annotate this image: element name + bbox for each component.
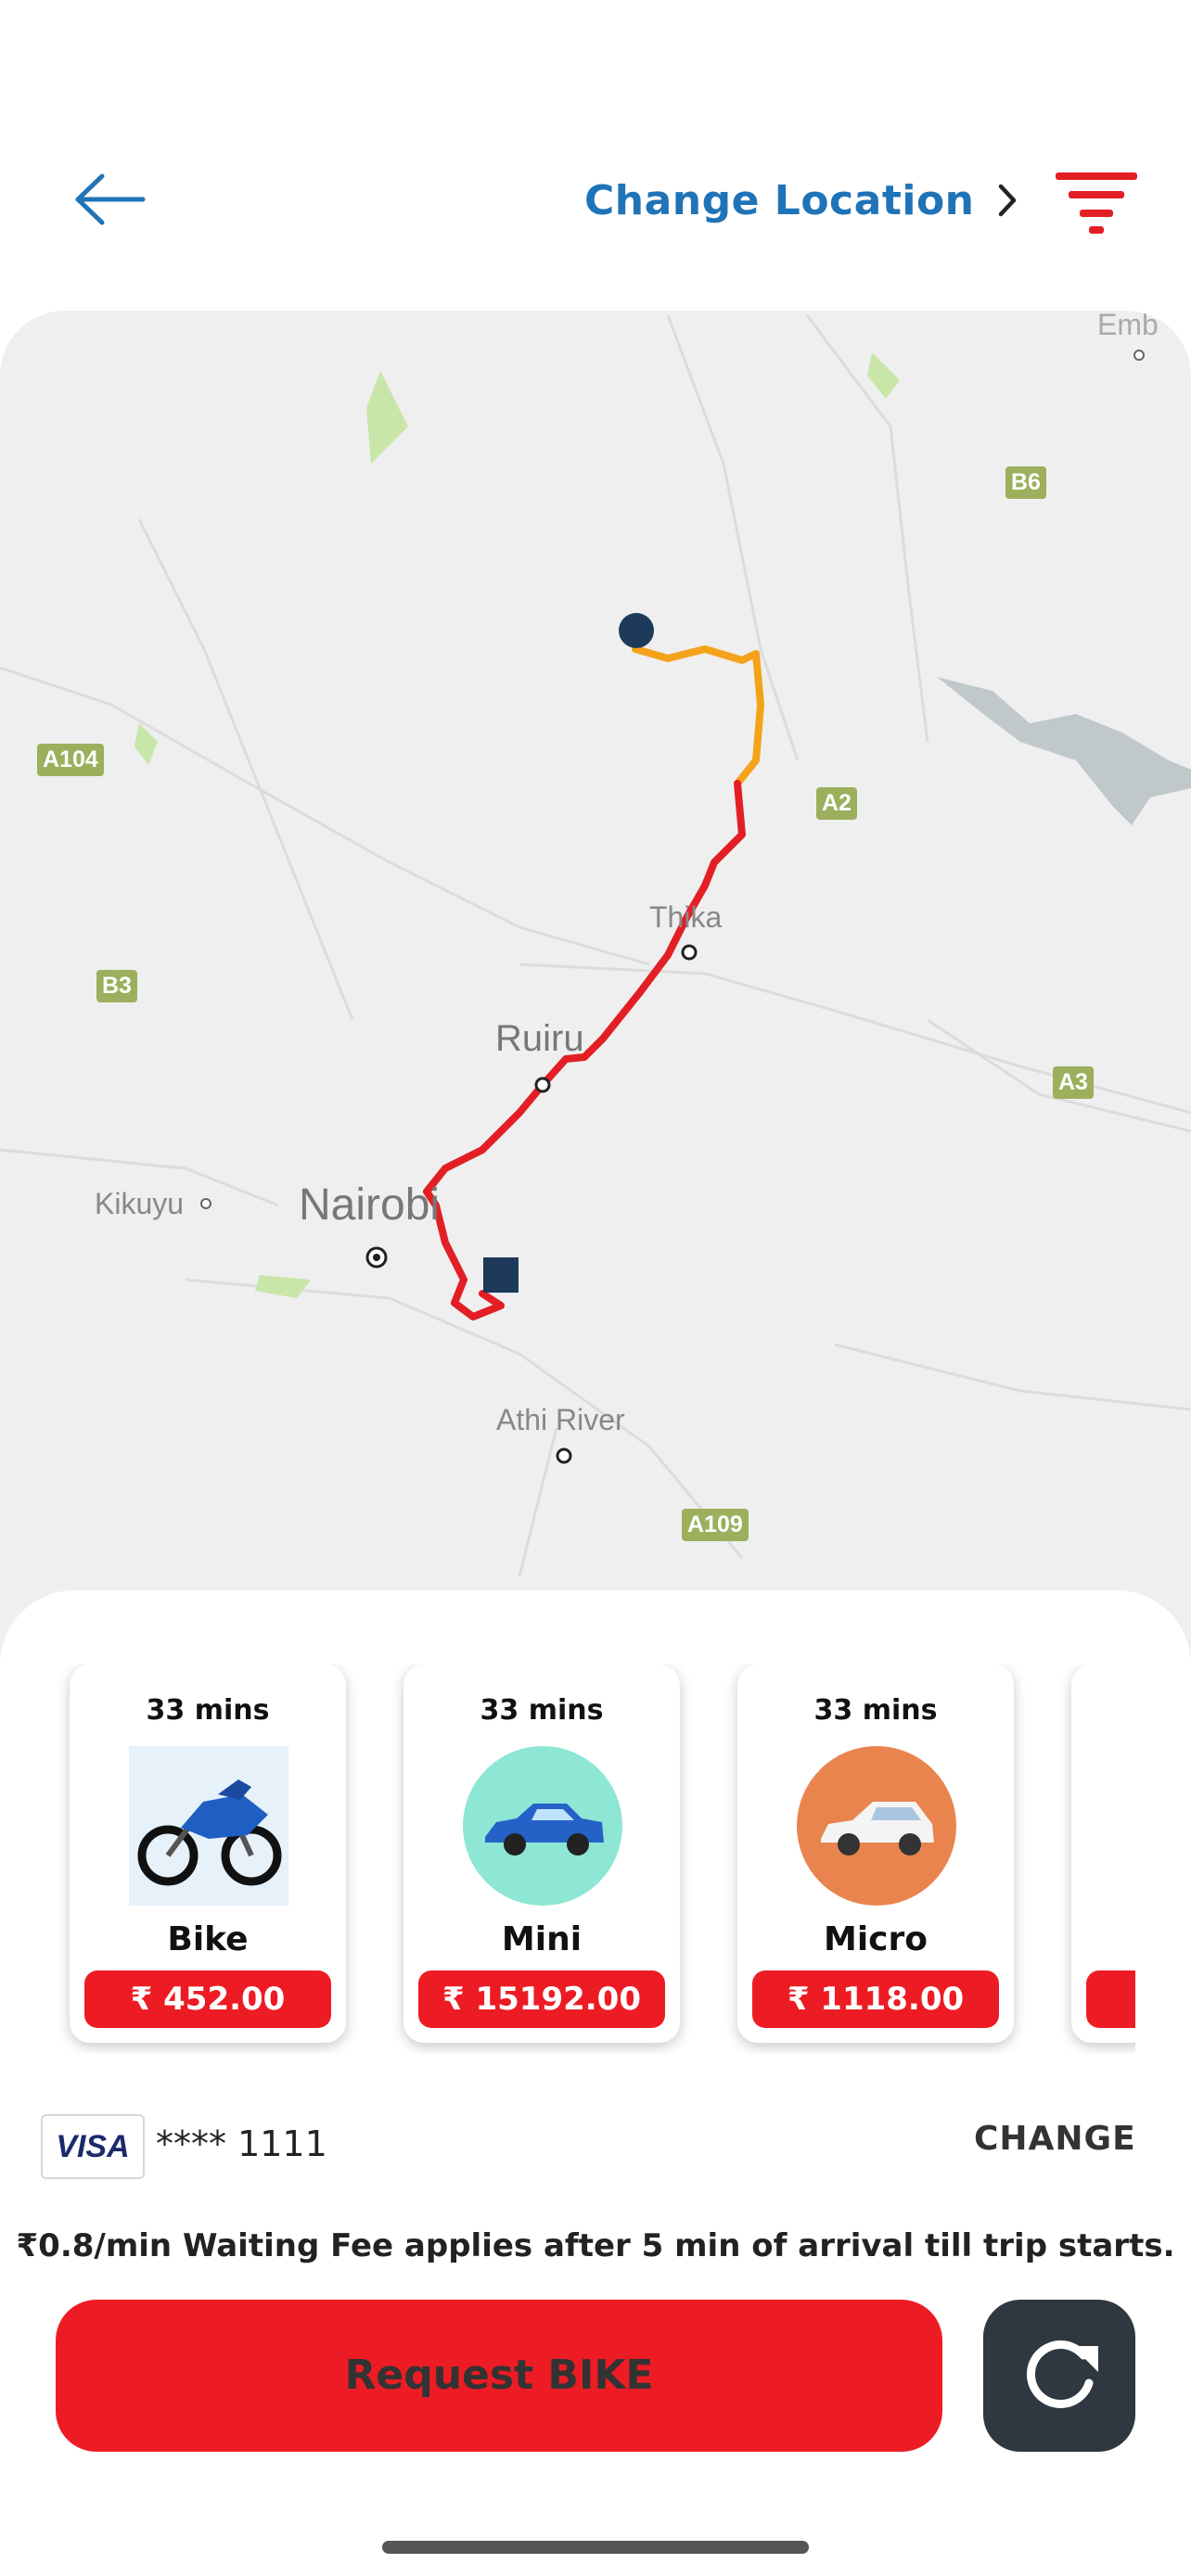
change-payment-button[interactable]: CHANGE xyxy=(974,2120,1136,2158)
filter-button[interactable] xyxy=(1052,171,1141,236)
visa-card-logo: VISA xyxy=(41,2114,145,2179)
map-label-nairobi: Nairobi xyxy=(299,1180,441,1230)
card-masked-number: **** 1111 xyxy=(156,2123,327,2164)
car-hatchback-icon xyxy=(797,1746,956,1906)
ride-price: ₹ 15192.00 xyxy=(418,1970,665,2028)
car-sedan-icon xyxy=(463,1746,622,1906)
map-label-kikuyu: Kikuyu xyxy=(95,1187,185,1220)
map-label-athi-river: Athi River xyxy=(496,1403,625,1436)
ride-name: Mini xyxy=(501,1920,583,1958)
ride-option-micro[interactable]: 33 mins Micro ₹ 1118.00 xyxy=(737,1664,1014,2043)
pickup-marker xyxy=(619,613,654,648)
ride-option-mini[interactable]: 33 mins Mini ₹ 15192.00 xyxy=(403,1664,680,2043)
ride-price-partial xyxy=(1086,1970,1135,2028)
road-badge-a109: A109 xyxy=(682,1509,749,1541)
change-location-link[interactable]: Change Location xyxy=(584,172,1018,228)
map-label-emb: Emb xyxy=(1097,311,1159,341)
map-label-ruiru: Ruiru xyxy=(495,1018,584,1059)
road-badge-a2: A2 xyxy=(816,787,857,820)
ride-eta: 33 mins xyxy=(480,1694,604,1727)
ride-price: ₹ 452.00 xyxy=(84,1970,331,2028)
chevron-right-icon xyxy=(998,184,1016,217)
dropoff-marker xyxy=(483,1257,519,1293)
ride-options-carousel[interactable]: 33 mins Bike ₹ 452.00 33 mins Mini ₹ 151… xyxy=(0,1664,1135,2054)
ride-price: ₹ 1118.00 xyxy=(752,1970,999,2028)
refresh-icon xyxy=(1026,2340,1098,2408)
ride-name: Micro xyxy=(824,1920,928,1958)
road-badge-b6: B6 xyxy=(1005,466,1046,499)
motorbike-icon xyxy=(129,1746,288,1906)
refresh-button[interactable] xyxy=(983,2300,1135,2452)
ride-name: Bike xyxy=(167,1920,249,1958)
back-button[interactable] xyxy=(69,167,152,232)
ride-eta: 33 mins xyxy=(146,1694,270,1727)
waiting-fee-notice: ₹0.8/min Waiting Fee applies after 5 min… xyxy=(16,2227,1175,2264)
request-ride-button[interactable]: Request BIKE xyxy=(56,2300,942,2452)
filter-icon xyxy=(1056,172,1137,234)
ride-eta: 33 mins xyxy=(813,1694,938,1727)
road-badge-a3: A3 xyxy=(1053,1066,1094,1099)
visa-brand-text: VISA xyxy=(56,2128,130,2164)
road-badge-b3: B3 xyxy=(96,970,137,1002)
change-location-label: Change Location xyxy=(584,176,975,224)
ride-option-bike[interactable]: 33 mins Bike ₹ 452.00 xyxy=(70,1664,346,2043)
home-indicator xyxy=(382,2541,809,2554)
ride-option-partial[interactable] xyxy=(1071,1664,1135,2043)
top-bar xyxy=(0,0,1191,306)
route-map[interactable]: Nairobi Ruiru Thika Kikuyu Athi River Em… xyxy=(0,311,1191,1664)
map-label-thika: Thika xyxy=(649,900,723,934)
road-badge-a104: A104 xyxy=(37,744,104,776)
arrow-left-icon xyxy=(75,173,146,225)
map-background xyxy=(0,314,1191,1577)
